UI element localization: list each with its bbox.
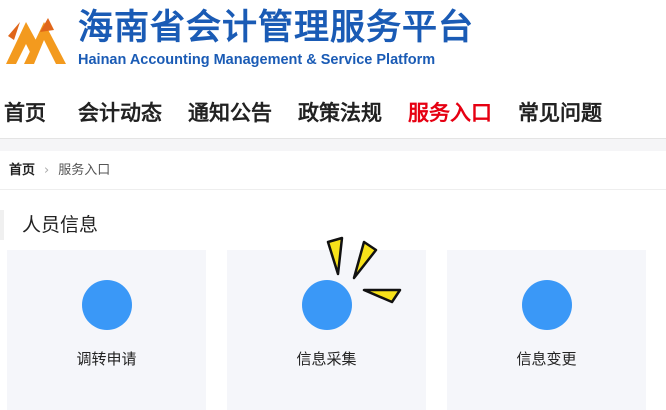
breadcrumb-divider (0, 189, 666, 190)
service-card-label: 调转申请 (76, 350, 137, 368)
nav-item-faq[interactable]: 常见问题 (518, 96, 602, 130)
service-card-label: 信息变更 (516, 350, 577, 368)
header-band (0, 139, 666, 151)
site-header: 海南省会计管理服务平台 Hainan Accounting Management… (0, 0, 666, 80)
click-highlight-icon (326, 236, 402, 304)
breadcrumb: 首页 › 服务入口 (9, 160, 110, 182)
chevron-right-icon: › (44, 163, 50, 178)
section-accent (0, 210, 4, 240)
accounting-logo-icon[interactable] (4, 14, 72, 66)
service-card-info-change[interactable]: 信息变更 (447, 250, 646, 410)
nav-item-accounting-news[interactable]: 会计动态 (78, 96, 162, 130)
service-card-label: 信息采集 (296, 350, 357, 368)
service-card-transfer[interactable]: 调转申请 (7, 250, 206, 410)
nav-item-home[interactable]: 首页 (4, 96, 46, 130)
nav-item-policies[interactable]: 政策法规 (298, 96, 382, 130)
circle-icon (82, 280, 132, 330)
nav-item-service-entry[interactable]: 服务入口 (408, 96, 492, 130)
section-title: 人员信息 (22, 214, 99, 236)
nav-item-notices[interactable]: 通知公告 (188, 96, 272, 130)
site-title-en[interactable]: Hainan Accounting Management & Service P… (78, 51, 435, 69)
site-title-cn[interactable]: 海南省会计管理服务平台 (78, 6, 474, 50)
main-nav: 首页 会计动态 通知公告 政策法规 服务入口 常见问题 (0, 96, 666, 132)
circle-icon (522, 280, 572, 330)
breadcrumb-current: 服务入口 (58, 163, 111, 178)
breadcrumb-home-link[interactable]: 首页 (9, 163, 35, 178)
